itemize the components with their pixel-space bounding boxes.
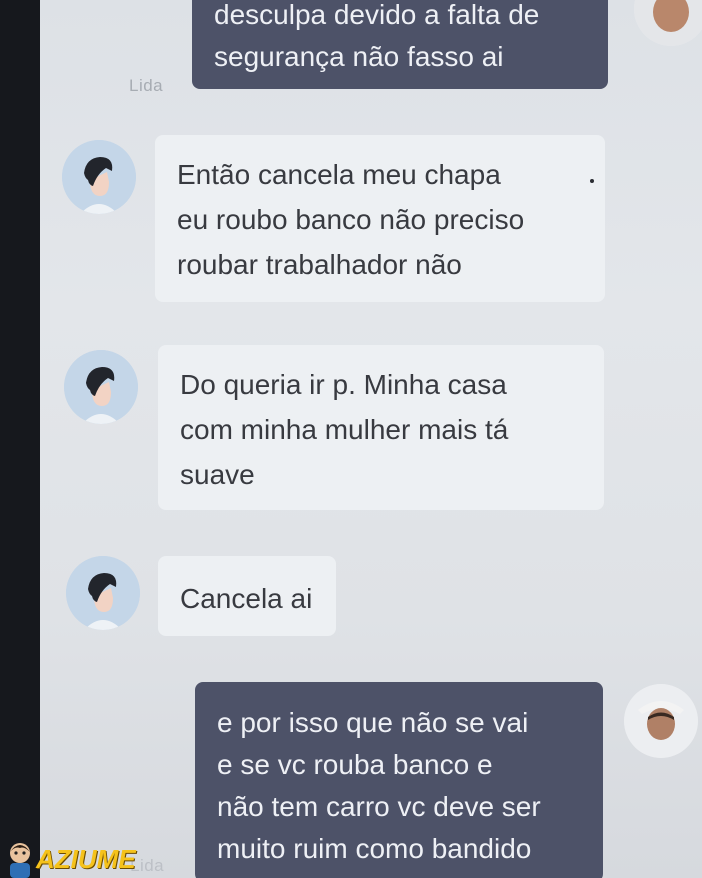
message-line: com minha mulher mais tá [180,414,509,445]
watermark-text: AZIUME [36,844,136,874]
message-line: e se vc rouba banco e [217,749,493,780]
message-bubble-incoming[interactable]: Do queria ir p. Minha casa com minha mul… [158,345,604,510]
message-line: muito ruim como bandido [217,833,532,864]
message-line: e por isso que não se vai [217,707,529,738]
person-avatar-icon [64,350,138,424]
message-line: Então cancela meu chapa [177,159,501,190]
screen-speck [590,179,594,183]
message-line: roubar trabalhador não [177,249,462,280]
contact-avatar[interactable] [66,556,140,630]
message-line: não tem carro vc deve ser [217,791,541,822]
user-avatar[interactable] [624,684,698,758]
message-line: suave [180,459,255,490]
contact-avatar[interactable] [64,350,138,424]
message-bubble-outgoing[interactable]: desculpa devido a falta de segurança não… [192,0,608,89]
mascot-icon [10,843,30,878]
watermark-logo: AZIUME [0,840,150,878]
message-bubble-outgoing[interactable]: e por isso que não se vai e se vc rouba … [195,682,603,878]
message-line: desculpa devido a falta de [214,0,540,30]
user-avatar[interactable] [634,0,702,46]
message-line: eu roubo banco não preciso [177,204,525,235]
message-line: segurança não fasso ai [214,41,504,72]
chat-screen: desculpa devido a falta de segurança não… [40,0,702,878]
read-status: Lida [129,76,164,95]
message-bubble-incoming[interactable]: Então cancela meu chapa eu roubo banco n… [155,135,605,302]
message-line: Cancela ai [180,583,313,614]
contact-avatar[interactable] [62,140,136,214]
message-line: Do queria ir p. Minha casa [180,369,507,400]
message-bubble-incoming[interactable]: Cancela ai [158,556,336,636]
person-avatar-icon [66,556,140,630]
person-avatar-icon [62,140,136,214]
